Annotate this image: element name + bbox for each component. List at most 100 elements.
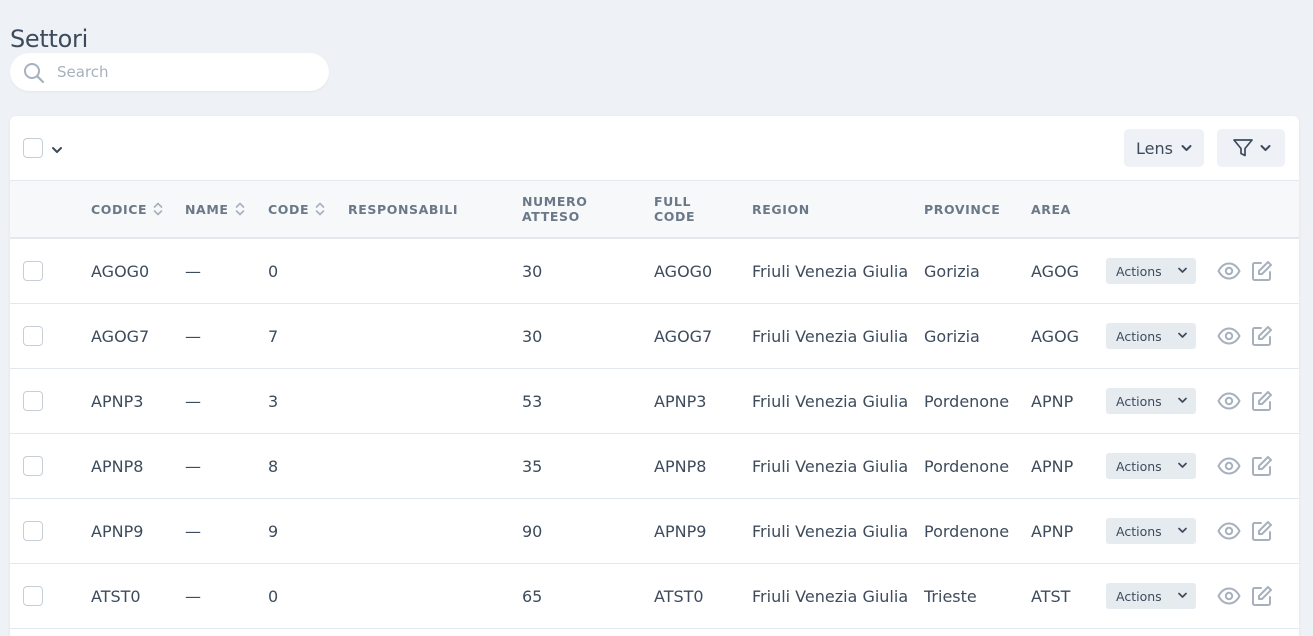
cell-name: —: [185, 586, 201, 606]
cell-codice: APNP3: [91, 391, 144, 411]
cell-numero-atteso: 30: [522, 326, 543, 346]
cell-province: Trieste: [924, 586, 977, 606]
sort-icon[interactable]: [235, 201, 245, 217]
cell-region: Friuli Venezia Giulia: [752, 326, 909, 346]
filter-dropdown-button[interactable]: [1217, 129, 1285, 167]
chevron-down-icon: [1178, 267, 1187, 273]
cell-area: ATST: [1031, 586, 1071, 606]
table-header: CODICE NAME CODE RESPONSABILI NUMERO ATT…: [10, 181, 1299, 239]
actions-label: Actions: [1116, 458, 1162, 474]
actions-label: Actions: [1116, 523, 1162, 539]
table-row: AGOG0 — 0 30 AGOG0 Friuli Venezia Giulia…: [10, 239, 1299, 304]
table-row: ATST0 — 0 65 ATST0 Friuli Venezia Giulia…: [10, 564, 1299, 629]
chevron-down-icon: [1178, 332, 1187, 338]
actions-label: Actions: [1116, 393, 1162, 409]
chevron-down-icon: [1178, 592, 1187, 598]
cell-code: 0: [268, 261, 279, 281]
select-all-dropdown[interactable]: [23, 138, 63, 158]
cell-code: 8: [268, 456, 279, 476]
cell-region: Friuli Venezia Giulia: [752, 521, 909, 541]
cell-area: AGOG: [1031, 326, 1080, 346]
eye-icon[interactable]: [1217, 521, 1241, 541]
column-header-area: AREA: [1031, 201, 1071, 217]
cell-full-code: APNP3: [654, 391, 707, 411]
search-box: [10, 53, 329, 91]
cell-codice: AGOG7: [91, 326, 150, 346]
chevron-down-icon[interactable]: [51, 139, 63, 158]
table-row: APNP9 — 9 90 APNP9 Friuli Venezia Giulia…: [10, 499, 1299, 564]
actions-label: Actions: [1116, 263, 1162, 279]
cell-name: —: [185, 456, 201, 476]
chevron-down-icon: [1178, 397, 1187, 403]
cell-full-code: ATST0: [654, 586, 704, 606]
actions-dropdown[interactable]: Actions: [1106, 453, 1196, 479]
cell-region: Friuli Venezia Giulia: [752, 456, 909, 476]
actions-dropdown[interactable]: Actions: [1106, 388, 1196, 414]
cell-province: Pordenone: [924, 456, 1010, 476]
eye-icon[interactable]: [1217, 456, 1241, 476]
column-header-code[interactable]: CODE: [268, 181, 325, 237]
column-header-province: PROVINCE: [924, 201, 1001, 217]
cell-name: —: [185, 326, 201, 346]
sort-icon[interactable]: [153, 201, 163, 217]
cell-province: Pordenone: [924, 391, 1010, 411]
cell-full-code: AGOG0: [654, 261, 713, 281]
column-header-responsabili: RESPONSABILI: [348, 201, 459, 217]
table-row: AGOG7 — 7 30 AGOG7 Friuli Venezia Giulia…: [10, 304, 1299, 369]
eye-icon[interactable]: [1217, 326, 1241, 346]
chevron-down-icon: [1181, 145, 1192, 151]
cell-numero-atteso: 53: [522, 391, 543, 411]
column-header-region: REGION: [752, 201, 810, 217]
cell-name: —: [185, 521, 201, 541]
table-body: AGOG0 — 0 30 AGOG0 Friuli Venezia Giulia…: [10, 239, 1299, 629]
actions-dropdown[interactable]: Actions: [1106, 258, 1196, 284]
eye-icon[interactable]: [1217, 261, 1241, 281]
cell-name: —: [185, 391, 201, 411]
cell-numero-atteso: 65: [522, 586, 543, 606]
actions-dropdown[interactable]: Actions: [1106, 583, 1196, 609]
row-checkbox[interactable]: [23, 586, 43, 606]
row-checkbox[interactable]: [23, 456, 43, 476]
cell-area: APNP: [1031, 391, 1074, 411]
cell-numero-atteso: 35: [522, 456, 543, 476]
cell-area: APNP: [1031, 521, 1074, 541]
sort-icon[interactable]: [315, 201, 325, 217]
cell-code: 3: [268, 391, 279, 411]
row-checkbox[interactable]: [23, 391, 43, 411]
row-checkbox[interactable]: [23, 521, 43, 541]
table-toolbar: Lens: [10, 116, 1299, 181]
actions-dropdown[interactable]: Actions: [1106, 518, 1196, 544]
edit-icon[interactable]: [1251, 390, 1273, 412]
eye-icon[interactable]: [1217, 391, 1241, 411]
column-header-codice[interactable]: CODICE: [91, 181, 163, 237]
cell-region: Friuli Venezia Giulia: [752, 391, 909, 411]
cell-full-code: APNP8: [654, 456, 707, 476]
column-header-name[interactable]: NAME: [185, 181, 245, 237]
edit-icon[interactable]: [1251, 260, 1273, 282]
actions-dropdown[interactable]: Actions: [1106, 323, 1196, 349]
row-checkbox[interactable]: [23, 326, 43, 346]
row-checkbox[interactable]: [23, 261, 43, 281]
cell-codice: APNP9: [91, 521, 144, 541]
select-all-checkbox[interactable]: [23, 138, 43, 158]
edit-icon[interactable]: [1251, 325, 1273, 347]
eye-icon[interactable]: [1217, 586, 1241, 606]
cell-codice: AGOG0: [91, 261, 150, 281]
lens-dropdown-button[interactable]: Lens: [1124, 129, 1204, 167]
funnel-icon: [1232, 139, 1253, 157]
cell-province: Pordenone: [924, 521, 1010, 541]
lens-label: Lens: [1136, 138, 1173, 158]
actions-label: Actions: [1116, 588, 1162, 604]
table-row: APNP8 — 8 35 APNP8 Friuli Venezia Giulia…: [10, 434, 1299, 499]
cell-area: APNP: [1031, 456, 1074, 476]
cell-full-code: AGOG7: [654, 326, 713, 346]
edit-icon[interactable]: [1251, 585, 1273, 607]
chevron-down-icon: [1178, 462, 1187, 468]
search-input[interactable]: [57, 53, 317, 91]
edit-icon[interactable]: [1251, 520, 1273, 542]
cell-code: 0: [268, 586, 279, 606]
cell-name: —: [185, 261, 201, 281]
search-icon: [23, 62, 45, 88]
edit-icon[interactable]: [1251, 455, 1273, 477]
chevron-down-icon: [1260, 145, 1270, 151]
